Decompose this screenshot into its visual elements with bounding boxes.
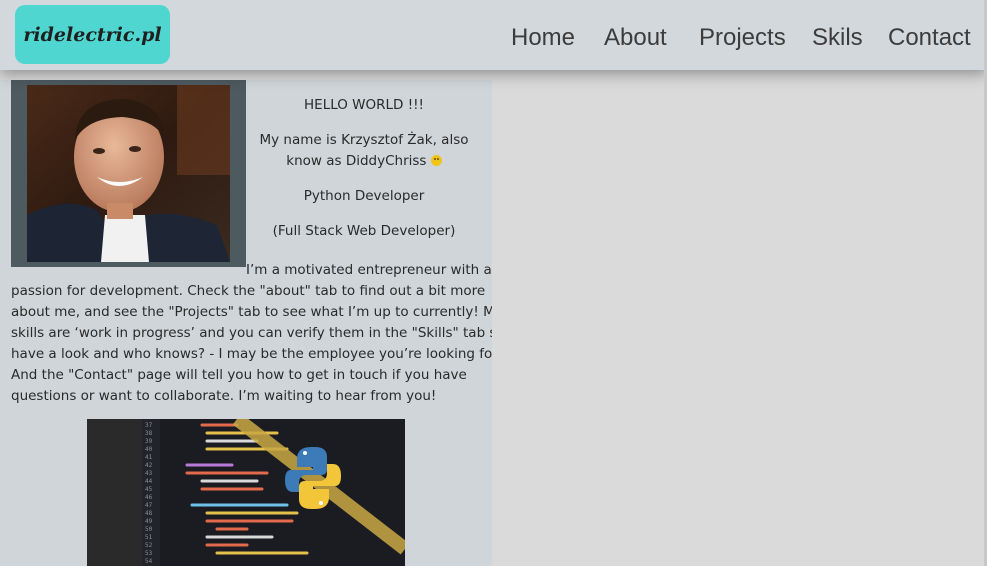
nav-links: Home About Projects Skils Contact [0, 24, 987, 58]
bio-line: And the "Contact" page will tell you how… [11, 367, 467, 383]
svg-text:49: 49 [145, 518, 153, 525]
bio-first-line: I’m a motivated entrepreneur with a [246, 262, 492, 278]
profile-photo [27, 85, 230, 262]
svg-text:45: 45 [145, 486, 153, 493]
svg-text:40: 40 [145, 446, 153, 453]
nav-about[interactable]: About [604, 24, 667, 52]
smiley-icon [430, 154, 442, 166]
svg-text:44: 44 [145, 478, 153, 485]
about-card: HELLO WORLD !!! My name is Krzysztof Żak… [0, 80, 492, 566]
role: Python Developer [303, 188, 425, 204]
name-line: My name is Krzysztof Żak, also know as D… [246, 130, 482, 172]
svg-text:50: 50 [145, 526, 153, 533]
bio-line: about me, and see the "Projects" tab to … [11, 304, 492, 320]
svg-text:43: 43 [145, 470, 153, 477]
svg-text:51: 51 [145, 534, 153, 541]
bio-text: passion for development. Check the "abou… [11, 281, 492, 407]
python-code-image: 37 38 39 40 41 42 43 44 45 46 47 48 49 50 51 52 53 5… [87, 419, 405, 566]
bio-line: passion for development. Check the "abou… [11, 283, 486, 299]
greeting: HELLO WORLD !!! [304, 97, 424, 113]
svg-text:47: 47 [145, 502, 153, 509]
nav-contact[interactable]: Contact [888, 24, 971, 52]
svg-text:39: 39 [145, 438, 153, 445]
svg-text:54: 54 [145, 558, 153, 565]
subrole: (Full Stack Web Developer) [272, 223, 456, 239]
svg-text:38: 38 [145, 430, 153, 437]
svg-text:41: 41 [145, 454, 153, 461]
svg-text:37: 37 [145, 422, 153, 429]
svg-text:48: 48 [145, 510, 153, 517]
svg-text:46: 46 [145, 494, 153, 501]
bio-line: have a look and who knows? - I may be th… [11, 346, 492, 362]
profile-photo-frame [11, 80, 246, 267]
nav-skils[interactable]: Skils [812, 24, 863, 52]
nav-projects[interactable]: Projects [699, 24, 786, 52]
nav-home[interactable]: Home [511, 24, 575, 52]
bio-line: skills are ‘work in progress’ and you ca… [11, 325, 492, 341]
navbar: ridelectric.pl Home About Projects Skils… [0, 0, 987, 70]
intro-block: HELLO WORLD !!! My name is Krzysztof Żak… [246, 95, 482, 256]
svg-text:52: 52 [145, 542, 153, 549]
svg-text:42: 42 [145, 462, 153, 469]
svg-text:53: 53 [145, 550, 153, 557]
bio-line: questions or want to collaborate. I’m wa… [11, 388, 437, 404]
